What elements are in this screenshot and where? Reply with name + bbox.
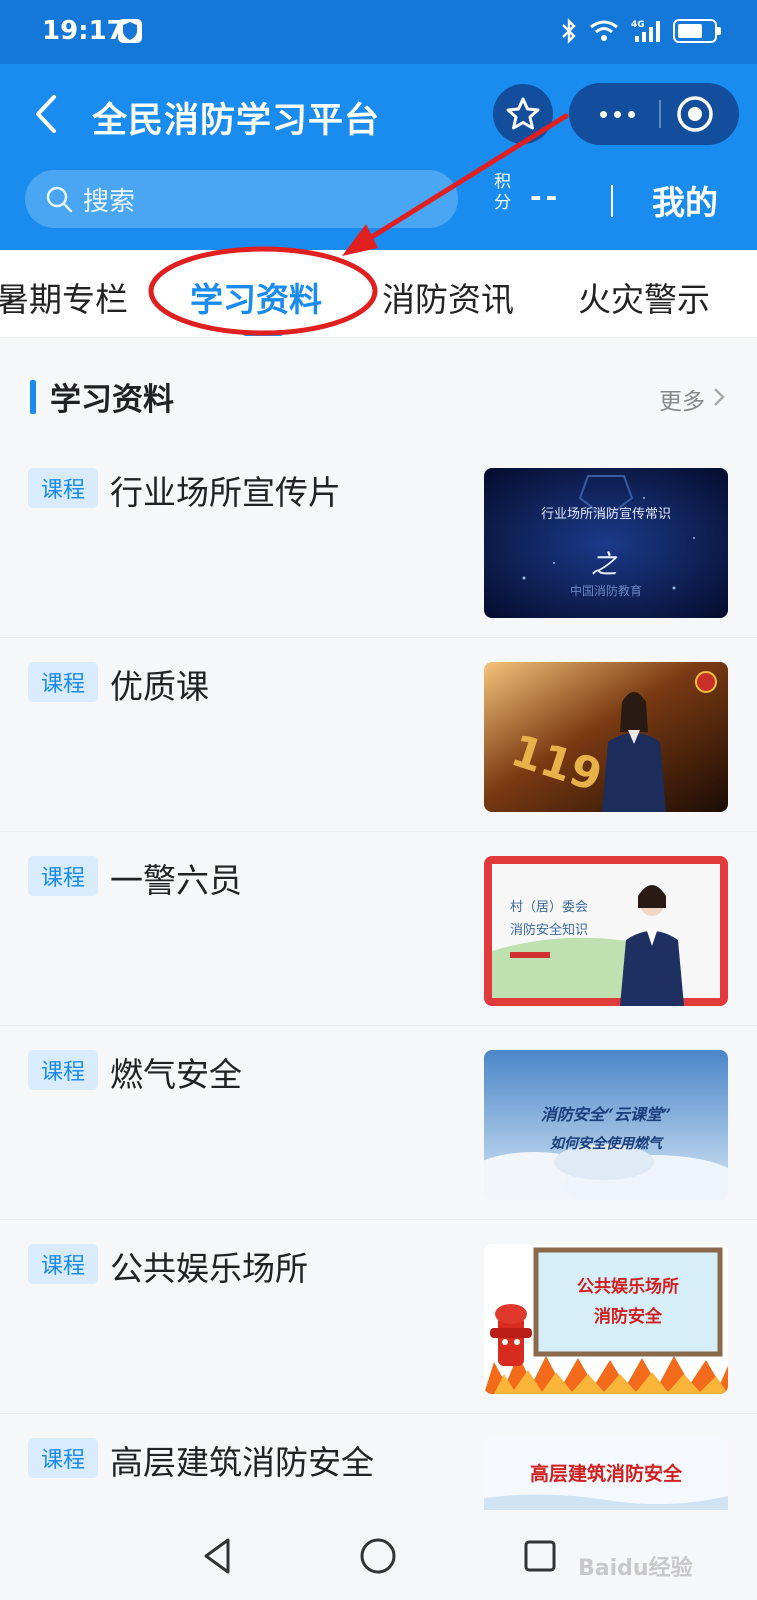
- thumb-caption: 公共娱乐场所: [577, 1276, 679, 1297]
- course-badge: 课程: [28, 662, 98, 702]
- thumb-subcaption: 消防安全知识: [510, 922, 588, 938]
- close-miniapp-button[interactable]: [675, 94, 715, 134]
- list-item[interactable]: 课程 公共娱乐场所 公共娱乐场所 消防安全: [0, 1220, 757, 1414]
- tab-summer-column[interactable]: 暑期专栏: [0, 273, 128, 321]
- course-badge: 课程: [28, 1050, 98, 1090]
- nav-home-icon[interactable]: [356, 1534, 400, 1578]
- section-title: 学习资料: [50, 382, 174, 418]
- star-icon: [506, 97, 540, 130]
- more-options-button[interactable]: [587, 83, 647, 145]
- course-list: 课程 行业场所宣传片 行业场所消防宣传常识 之 中国消防教育 课程 优质课 11…: [0, 444, 757, 1514]
- section-accent-bar: [30, 380, 36, 414]
- cellular-signal-icon: 4G: [631, 20, 660, 42]
- course-title: 公共娱乐场所: [110, 1249, 308, 1288]
- back-arrow-icon: [36, 95, 56, 133]
- tab-fire-news[interactable]: 消防资讯: [382, 273, 514, 321]
- thumb-subcaption: 中国消防教育: [570, 583, 642, 598]
- course-badge: 课程: [28, 468, 98, 508]
- app-screen: 19:17 4G 全民消防学习平台 搜索 积分 -- 我的 暑期专栏 学习资料 …: [0, 0, 757, 1600]
- chevron-right-icon: [714, 388, 725, 406]
- target-close-icon: [677, 96, 713, 132]
- course-thumbnail[interactable]: 公共娱乐场所 消防安全: [484, 1244, 728, 1394]
- list-item[interactable]: 课程 优质课 119: [0, 638, 757, 832]
- thumb-subcaption: 如何安全使用燃气: [550, 1135, 664, 1152]
- active-tab-indicator: [243, 331, 283, 336]
- course-title: 燃气安全: [110, 1055, 242, 1094]
- nav-back-icon[interactable]: [196, 1534, 240, 1578]
- status-icons: 4G: [561, 18, 721, 44]
- points-value: --: [530, 180, 562, 213]
- thumb-caption: 村（居）委会: [510, 900, 588, 915]
- course-title: 高层建筑消防安全: [110, 1443, 374, 1482]
- course-thumbnail[interactable]: 119: [484, 662, 728, 812]
- section-header: 学习资料 更多: [0, 360, 757, 430]
- battery-icon: [673, 19, 721, 43]
- wifi-icon: [590, 20, 618, 41]
- course-thumbnail[interactable]: 村（居）委会 消防安全知识: [484, 856, 728, 1006]
- more-link[interactable]: 更多: [659, 382, 705, 416]
- status-bar: 19:17 4G: [0, 0, 757, 64]
- course-thumbnail[interactable]: 消防安全“云课堂” 如何安全使用燃气: [484, 1050, 728, 1200]
- svg-text:4G: 4G: [631, 20, 645, 30]
- svg-text:之: 之: [591, 550, 618, 580]
- points-label: 积分: [494, 172, 511, 213]
- nav-recents-icon[interactable]: [518, 1534, 562, 1578]
- course-thumbnail[interactable]: 高层建筑消防安全: [484, 1438, 728, 1514]
- course-badge: 课程: [28, 1244, 98, 1284]
- search-icon: [46, 186, 73, 213]
- my-profile-link[interactable]: 我的: [652, 176, 718, 224]
- tab-fire-warnings[interactable]: 火灾警示: [578, 273, 710, 321]
- list-item[interactable]: 课程 一警六员 村（居）委会 消防安全知识: [0, 832, 757, 1026]
- list-item[interactable]: 课程 高层建筑消防安全 高层建筑消防安全: [0, 1414, 757, 1514]
- app-header: 全民消防学习平台 搜索 积分 -- 我的: [0, 64, 757, 250]
- back-button[interactable]: [26, 89, 66, 139]
- page-title: 全民消防学习平台: [92, 101, 381, 141]
- baidu-watermark: Baidu经验: [578, 1556, 693, 1581]
- bluetooth-icon: [562, 18, 576, 44]
- thumb-caption: 消防安全“云课堂”: [541, 1105, 671, 1124]
- favorite-button[interactable]: [493, 84, 553, 144]
- course-title: 行业场所宣传片: [110, 473, 341, 512]
- course-title: 优质课: [110, 667, 209, 706]
- search-input[interactable]: 搜索: [25, 170, 458, 228]
- thumb-caption: 行业场所消防宣传常识: [541, 506, 671, 522]
- list-item[interactable]: 课程 燃气安全 消防安全“云课堂” 如何安全使用燃气: [0, 1026, 757, 1220]
- thumb-caption: 高层建筑消防安全: [530, 1462, 683, 1485]
- status-time: 19:17: [42, 16, 125, 46]
- course-title: 一警六员: [110, 861, 242, 900]
- course-badge: 课程: [28, 856, 98, 896]
- miniapp-capsule: [569, 83, 739, 145]
- category-tabs: 暑期专栏 学习资料 消防资讯 火灾警示: [0, 250, 757, 338]
- course-badge: 课程: [28, 1438, 98, 1478]
- tab-study-materials[interactable]: 学习资料: [190, 273, 322, 321]
- thumb-subcaption: 消防安全: [594, 1306, 663, 1327]
- list-item[interactable]: 课程 行业场所宣传片 行业场所消防宣传常识 之 中国消防教育: [0, 444, 757, 638]
- header-divider: [611, 185, 613, 217]
- capsule-divider: [659, 100, 661, 128]
- security-shield-icon: [118, 19, 142, 43]
- search-placeholder: 搜索: [83, 187, 136, 217]
- system-navigation-bar: Baidu经验: [0, 1510, 757, 1600]
- course-thumbnail[interactable]: 行业场所消防宣传常识 之 中国消防教育: [484, 468, 728, 618]
